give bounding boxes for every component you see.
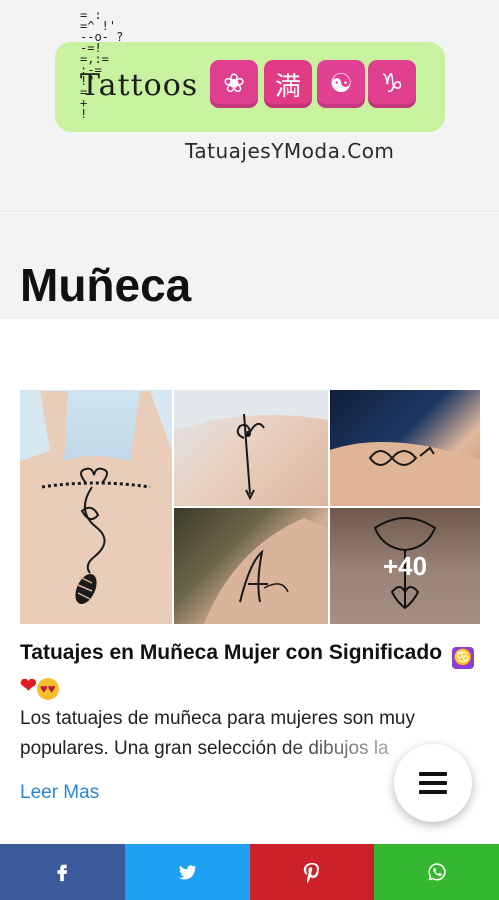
- kanji-full-icon: 満: [264, 60, 312, 108]
- post-title[interactable]: Tatuajes en Muñeca Mujer con Significado…: [20, 638, 480, 701]
- logo-text[interactable]: Tattoos: [80, 68, 198, 103]
- gallery-image-1[interactable]: [20, 390, 172, 624]
- read-more-link[interactable]: Leer Mas: [20, 782, 99, 804]
- twitter-icon: [179, 865, 197, 880]
- wrist-bracelet-tattoo-image: [20, 391, 172, 623]
- gallery-image-4[interactable]: [174, 508, 328, 624]
- post-title-text[interactable]: Tatuajes en Muñeca Mujer con Significado: [20, 641, 442, 664]
- gallery-image-3[interactable]: [330, 390, 480, 506]
- post-gallery[interactable]: +40: [20, 390, 480, 624]
- twitter-share-button[interactable]: [124, 844, 250, 900]
- page-title: Muñeca: [20, 259, 192, 311]
- heart-icon: ❤: [20, 675, 37, 697]
- whatsapp-share-button[interactable]: [374, 844, 499, 900]
- facebook-icon: [57, 864, 68, 882]
- gallery-more-count[interactable]: +40: [330, 508, 480, 624]
- heart-eyes-smiley-icon: ♥♥: [36, 678, 59, 700]
- lotus-icon: ❀: [210, 60, 258, 108]
- facebook-share-button[interactable]: [0, 844, 125, 900]
- share-bar: [0, 844, 499, 900]
- pinterest-icon: [303, 862, 319, 883]
- hamburger-icon: [419, 772, 447, 794]
- site-url[interactable]: TatuajesYModa.Com: [185, 139, 394, 163]
- gallery-image-5[interactable]: +40: [330, 508, 480, 624]
- yin-yang-icon: ☯: [317, 60, 365, 108]
- gallery-image-2[interactable]: [174, 390, 328, 506]
- pinterest-share-button[interactable]: [249, 844, 375, 900]
- site-header: = : =^ !' --o- ? -=! =,:= :-= !" = + ! T…: [0, 0, 499, 212]
- whatsapp-icon: [428, 863, 446, 881]
- infinity-tattoo-image: [330, 442, 480, 506]
- capricorn-icon: ♑: [368, 60, 416, 108]
- arrow-tattoo-image: [174, 390, 328, 501]
- initial-a-tattoo-image: [204, 518, 328, 624]
- menu-button[interactable]: [394, 744, 472, 822]
- cancer-zodiac-icon: ♋: [451, 647, 474, 669]
